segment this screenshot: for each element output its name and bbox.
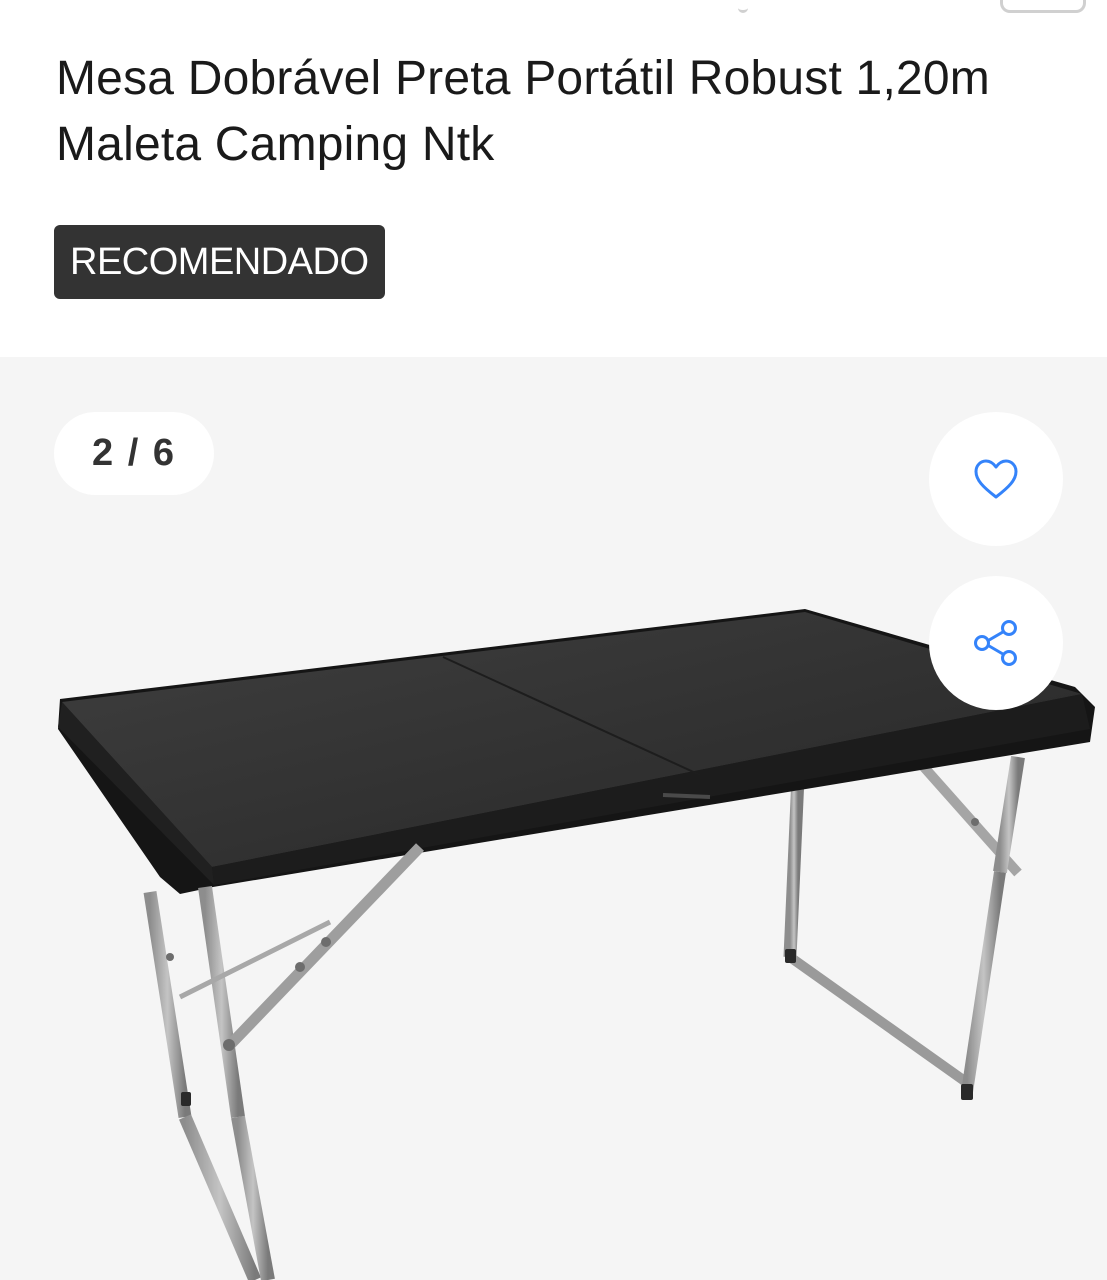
image-counter: 2 / 6 bbox=[54, 412, 214, 495]
recommended-badge: RECOMENDADO bbox=[54, 225, 385, 299]
product-gallery[interactable]: 2 / 6 bbox=[0, 357, 1107, 1280]
table-front-legs bbox=[143, 818, 979, 1280]
product-title: Mesa Dobrável Preta Portátil Robust 1,20… bbox=[56, 52, 990, 171]
share-icon bbox=[974, 620, 1017, 666]
share-button[interactable] bbox=[929, 576, 1063, 710]
top-edge-fragment bbox=[0, 0, 1107, 14]
favorite-button[interactable] bbox=[929, 412, 1063, 546]
heart-icon bbox=[974, 459, 1018, 499]
product-page: Mesa Dobrável Preta Portátil Robust 1,20… bbox=[0, 0, 1107, 1280]
table-back-legs bbox=[783, 753, 1025, 1100]
